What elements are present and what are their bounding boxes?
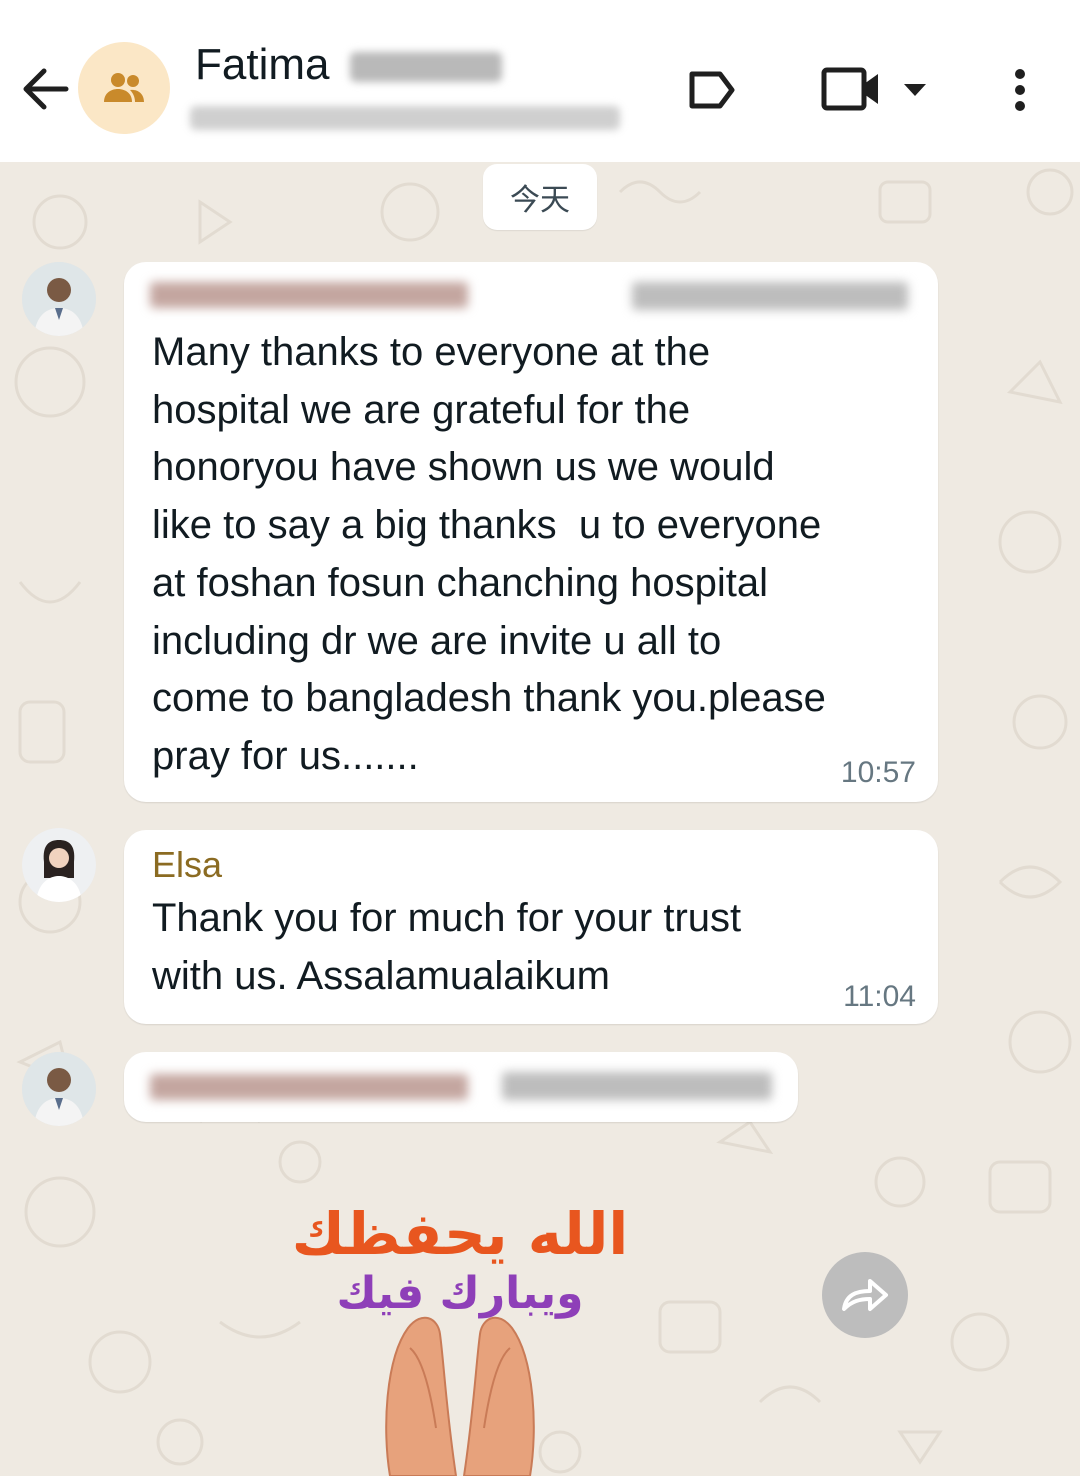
more-vert-icon[interactable] [1004,66,1036,114]
svg-text:الله يحفظك: الله يحفظك [292,1200,629,1268]
person-photo-icon [22,1052,96,1126]
person-photo-icon [22,262,96,336]
forward-double-arrow-icon [842,1279,888,1311]
date-divider: 今天 [483,164,597,230]
sender-name[interactable]: Elsa [152,844,222,886]
sender-name-redacted [150,1074,468,1100]
contact-surname-redacted [350,52,502,82]
dua-sticker[interactable]: الله يحفظك ويبارك فيك [290,1158,630,1476]
forward-button[interactable] [822,1252,908,1338]
svg-text:ويبارك فيك: ويبارك فيك [336,1268,583,1319]
group-avatar[interactable] [78,42,170,134]
group-avatar-icon [104,73,144,102]
message-bubble[interactable]: Many thanks to everyone at the hospital … [124,262,938,802]
caret-down-icon[interactable] [902,82,928,98]
label-icon[interactable] [684,66,740,114]
person-photo-icon [22,828,96,902]
message-time: 11:04 [843,980,916,1013]
message-text: Thank you for much for your trust with u… [152,896,742,998]
message-text: Many thanks to everyone at the hospital … [152,330,826,778]
back-arrow-icon[interactable] [18,62,72,116]
sender-avatar[interactable] [22,1052,96,1126]
message-time: 10:57 [840,756,916,789]
praying-hands-sticker-image: الله يحفظك ويبارك فيك [292,1200,629,1476]
sender-avatar[interactable] [22,828,96,902]
contact-subtitle-redacted [190,106,620,130]
sender-avatar[interactable] [22,262,96,336]
video-call-icon[interactable] [820,64,884,114]
sender-phone-redacted [632,282,908,310]
sender-phone-redacted [502,1072,772,1100]
contact-name[interactable]: Fatima [195,40,329,90]
chat-header: Fatima [0,0,1080,162]
sender-name-redacted [150,282,468,308]
sticker-header-bubble[interactable] [124,1052,798,1122]
message-bubble[interactable]: Elsa Thank you for much for your trust w… [124,830,938,1024]
